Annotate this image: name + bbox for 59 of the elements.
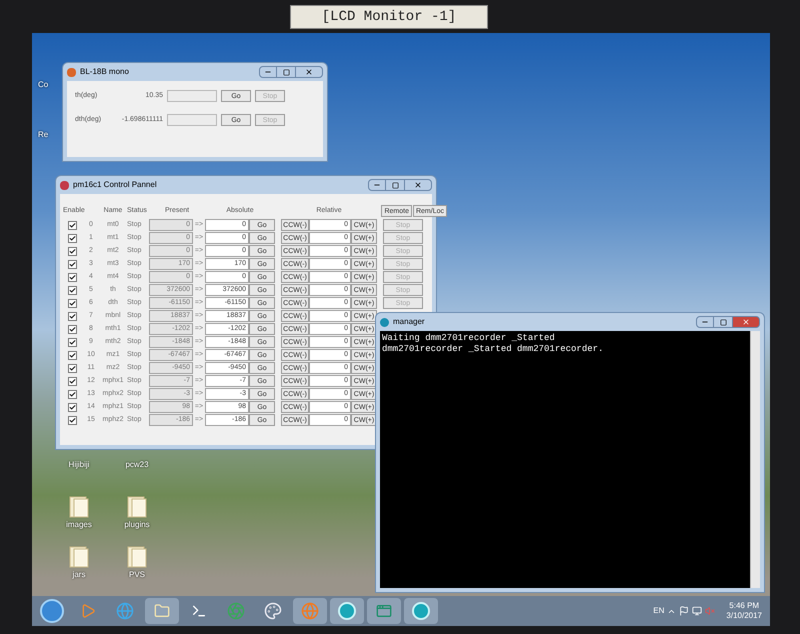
enable-checkbox[interactable] (68, 260, 77, 268)
maximize-icon (282, 68, 290, 76)
console-line: dmm2701recorder _Started dmm2701recorder. (382, 344, 604, 355)
enable-checkbox[interactable] (68, 364, 77, 372)
enable-checkbox[interactable] (68, 298, 77, 308)
app-icon (67, 68, 76, 76)
enable-checkbox[interactable] (68, 286, 77, 294)
minimize-button[interactable] (696, 316, 714, 328)
monitor-label: [LCD Monitor -1] (290, 5, 488, 29)
desktop-icon-label[interactable]: Re (38, 129, 48, 141)
close-button[interactable] (404, 179, 432, 191)
enable-checkbox[interactable] (68, 234, 77, 242)
folder-icon[interactable] (126, 495, 148, 519)
app-icon (380, 318, 389, 326)
folder-icon[interactable] (68, 495, 90, 519)
enable-checkbox[interactable] (68, 416, 77, 424)
maximize-icon (392, 182, 398, 188)
app-icon (60, 180, 69, 190)
desktop-icon-label[interactable]: Co (38, 79, 48, 91)
language-indicator[interactable]: EN (653, 605, 664, 617)
network-icon[interactable] (692, 606, 702, 616)
desktop-icon-label[interactable]: plugins (124, 519, 150, 531)
app-icon[interactable] (404, 598, 438, 624)
window-title: BL-18B mono (80, 66, 129, 78)
enable-checkbox[interactable] (68, 246, 77, 256)
flag-icon[interactable] (679, 606, 690, 616)
clock-time[interactable]: 5:46 PM (729, 601, 760, 611)
folder-icon[interactable] (145, 598, 179, 624)
maximize-button[interactable] (386, 179, 404, 191)
scrollbar[interactable] (750, 331, 760, 588)
minimize-button[interactable] (259, 66, 277, 78)
folder-icon[interactable] (126, 545, 148, 569)
enable-checkbox[interactable] (68, 324, 77, 334)
enable-checkbox[interactable] (68, 402, 77, 412)
desktop-icon-label[interactable]: images (66, 519, 92, 531)
close-icon (414, 181, 422, 189)
close-button[interactable] (295, 66, 323, 78)
window-title: pm16c1 Control Pannel (73, 179, 157, 191)
enable-checkbox[interactable] (68, 272, 77, 282)
maximize-button[interactable] (714, 316, 732, 328)
enable-checkbox[interactable] (68, 312, 77, 320)
clock-date[interactable]: 3/10/2017 (726, 611, 762, 621)
enable-checkbox[interactable] (68, 220, 77, 230)
enable-checkbox[interactable] (68, 376, 77, 386)
maximize-icon (720, 318, 726, 326)
minimize-button[interactable] (368, 179, 386, 191)
window-title: manager (393, 316, 425, 328)
console-line: Waiting dmm2701recorder _Started (382, 333, 556, 344)
enable-checkbox[interactable] (68, 390, 77, 398)
close-icon (305, 68, 313, 76)
close-icon (742, 318, 750, 326)
maximize-button[interactable] (277, 66, 295, 78)
input-field[interactable] (167, 90, 217, 102)
enable-checkbox[interactable] (68, 338, 77, 346)
app-icon[interactable] (330, 598, 364, 624)
folder-icon[interactable] (68, 545, 90, 569)
input-field[interactable] (167, 114, 217, 126)
start-orb-icon[interactable] (40, 599, 64, 623)
enable-checkbox[interactable] (68, 350, 77, 360)
